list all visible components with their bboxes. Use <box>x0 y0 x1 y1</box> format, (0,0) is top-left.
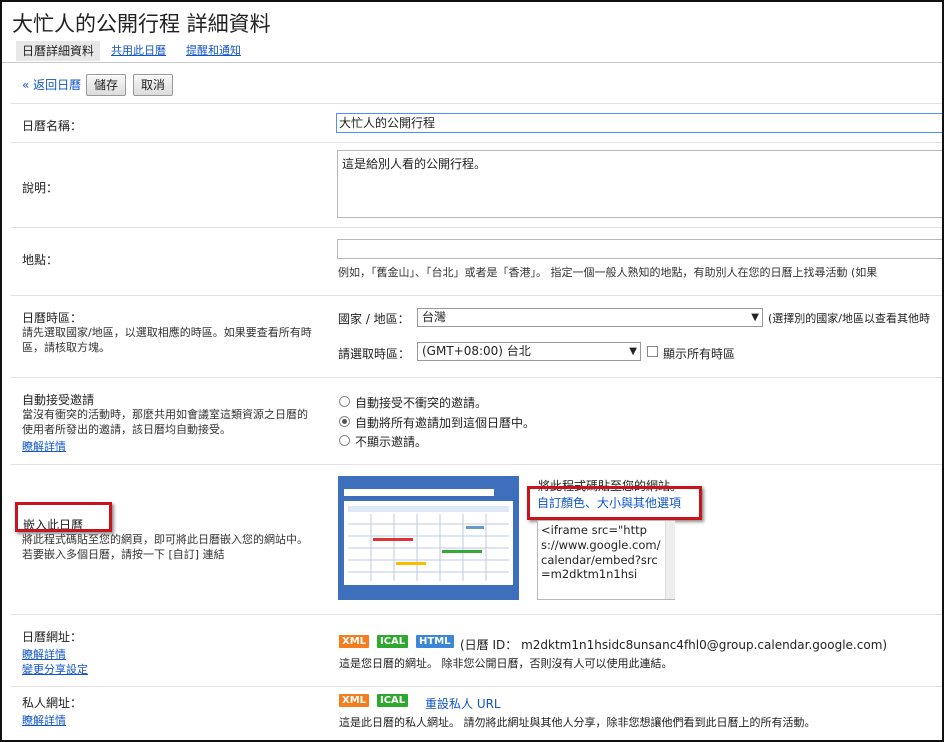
country-hint: (選擇別的國家/地區以查看其他時 <box>768 312 930 325</box>
highlight-box-customize-link <box>527 486 702 520</box>
highlight-box-embed-label <box>15 502 112 532</box>
radio-hide-invitations[interactable] <box>339 435 350 446</box>
timezone-select-label: 請選取時區： <box>338 347 411 361</box>
auto-accept-label: 自動接受邀請 <box>22 393 95 407</box>
country-select[interactable]: 台灣 ▼ <box>417 308 763 327</box>
row-divider <box>11 295 942 296</box>
html-badge-button[interactable]: HTML <box>416 635 454 648</box>
location-label: 地點： <box>22 253 59 267</box>
row-divider <box>11 103 942 104</box>
show-all-timezones-checkbox[interactable] <box>647 346 658 357</box>
show-all-timezones-label: 顯示所有時區 <box>663 347 736 361</box>
embed-code-textarea[interactable]: <iframe src="https://www.google.com/cale… <box>537 520 675 600</box>
tab-reminders[interactable]: 提醒和通知 <box>180 41 247 61</box>
row-divider <box>11 377 942 378</box>
location-input[interactable] <box>337 239 942 259</box>
cancel-button[interactable]: 取消 <box>133 74 173 96</box>
row-divider <box>11 614 942 615</box>
chevron-down-icon: ▼ <box>629 346 637 357</box>
private-address-description: 這是此日曆的私人網址。 請勿將此網址與其他人分享，除非您想讓他們看到此日曆上的所… <box>339 716 816 729</box>
timezone-select[interactable]: (GMT+08:00) 台北 ▼ <box>417 342 641 361</box>
embed-calendar-description: 將此程式碼貼至您的網頁，即可將此日曆嵌入您的網站中。 若要嵌入多個日曆，請按一下… <box>22 533 308 561</box>
tab-calendar-details[interactable]: 日曆詳細資料 <box>16 41 101 61</box>
tab-share-calendar[interactable]: 共用此日曆 <box>105 41 172 61</box>
calendar-address-label: 日曆網址： <box>22 630 83 644</box>
row-divider <box>11 464 942 465</box>
private-learn-more-link[interactable]: 瞭解詳情 <box>22 712 66 728</box>
calendar-id-text: (日曆 ID： m2dktm1n1hsidc8unsanc4fhl0@group… <box>460 638 888 652</box>
ical-badge-button[interactable]: ICAL <box>377 635 409 648</box>
embed-preview-image <box>338 476 519 600</box>
radio-auto-accept-no-conflict[interactable] <box>339 396 350 407</box>
save-button[interactable]: 儲存 <box>86 74 126 96</box>
calendar-name-input[interactable]: 大忙人的公開行程 <box>336 113 942 133</box>
chevron-down-icon: ▼ <box>751 312 759 323</box>
auto-accept-learn-more-link[interactable]: 瞭解詳情 <box>22 438 66 454</box>
description-textarea[interactable]: 這是給別人看的公開行程。 <box>337 150 942 218</box>
address-learn-more-link[interactable]: 瞭解詳情 <box>22 646 66 662</box>
header-divider <box>2 62 942 63</box>
back-to-calendar-link[interactable]: « 返回日曆 <box>22 76 81 93</box>
radio-hide-invitations-label: 不顯示邀請。 <box>355 435 428 449</box>
description-label: 說明： <box>22 181 59 195</box>
calendar-address-description: 這是您日曆的網址。 除非您公開日曆，否則沒有人可以使用此連結。 <box>339 657 673 670</box>
timezone-label: 日曆時區： <box>22 311 83 325</box>
radio-auto-add-all-label: 自動將所有邀請加到這個日曆中。 <box>355 416 536 430</box>
reset-private-url-link[interactable]: 重設私人 URL <box>425 695 501 712</box>
timezone-select-value: (GMT+08:00) 台北 <box>422 344 531 358</box>
auto-accept-description: 當沒有衝突的活動時，那麼共用如會議室這類資源之日曆的使用者所發出的邀請，該日曆均… <box>22 408 308 436</box>
country-select-value: 台灣 <box>422 310 447 324</box>
calendar-name-label: 日曆名稱： <box>22 119 83 133</box>
timezone-description: 請先選取國家/地區，以選取相應的時區。如果要查看所有時區，請核取方塊。 <box>22 326 312 354</box>
change-sharing-settings-link[interactable]: 變更分享設定 <box>22 661 88 677</box>
row-divider <box>11 142 942 143</box>
location-hint: 例如，「舊金山」、「台北」或者是「香港」。 指定一個一般人熟知的地點，有助別人在… <box>338 266 878 279</box>
private-address-label: 私人網址： <box>22 696 83 710</box>
page-title: 大忙人的公開行程 詳細資料 <box>12 12 271 36</box>
row-divider <box>11 686 942 687</box>
private-ical-badge-button[interactable]: ICAL <box>377 694 409 707</box>
radio-auto-add-all[interactable] <box>339 416 350 427</box>
private-xml-badge-button[interactable]: XML <box>339 694 370 707</box>
country-label: 國家 / 地區： <box>338 312 410 326</box>
calendar-details-page: 大忙人的公開行程 詳細資料 日曆詳細資料 共用此日曆 提醒和通知 « 返回日曆 … <box>0 0 944 742</box>
row-divider <box>11 227 942 228</box>
xml-badge-button[interactable]: XML <box>339 635 370 648</box>
radio-auto-accept-no-conflict-label: 自動接受不衝突的邀請。 <box>355 396 488 410</box>
embed-code-scrollbar[interactable] <box>665 521 675 599</box>
